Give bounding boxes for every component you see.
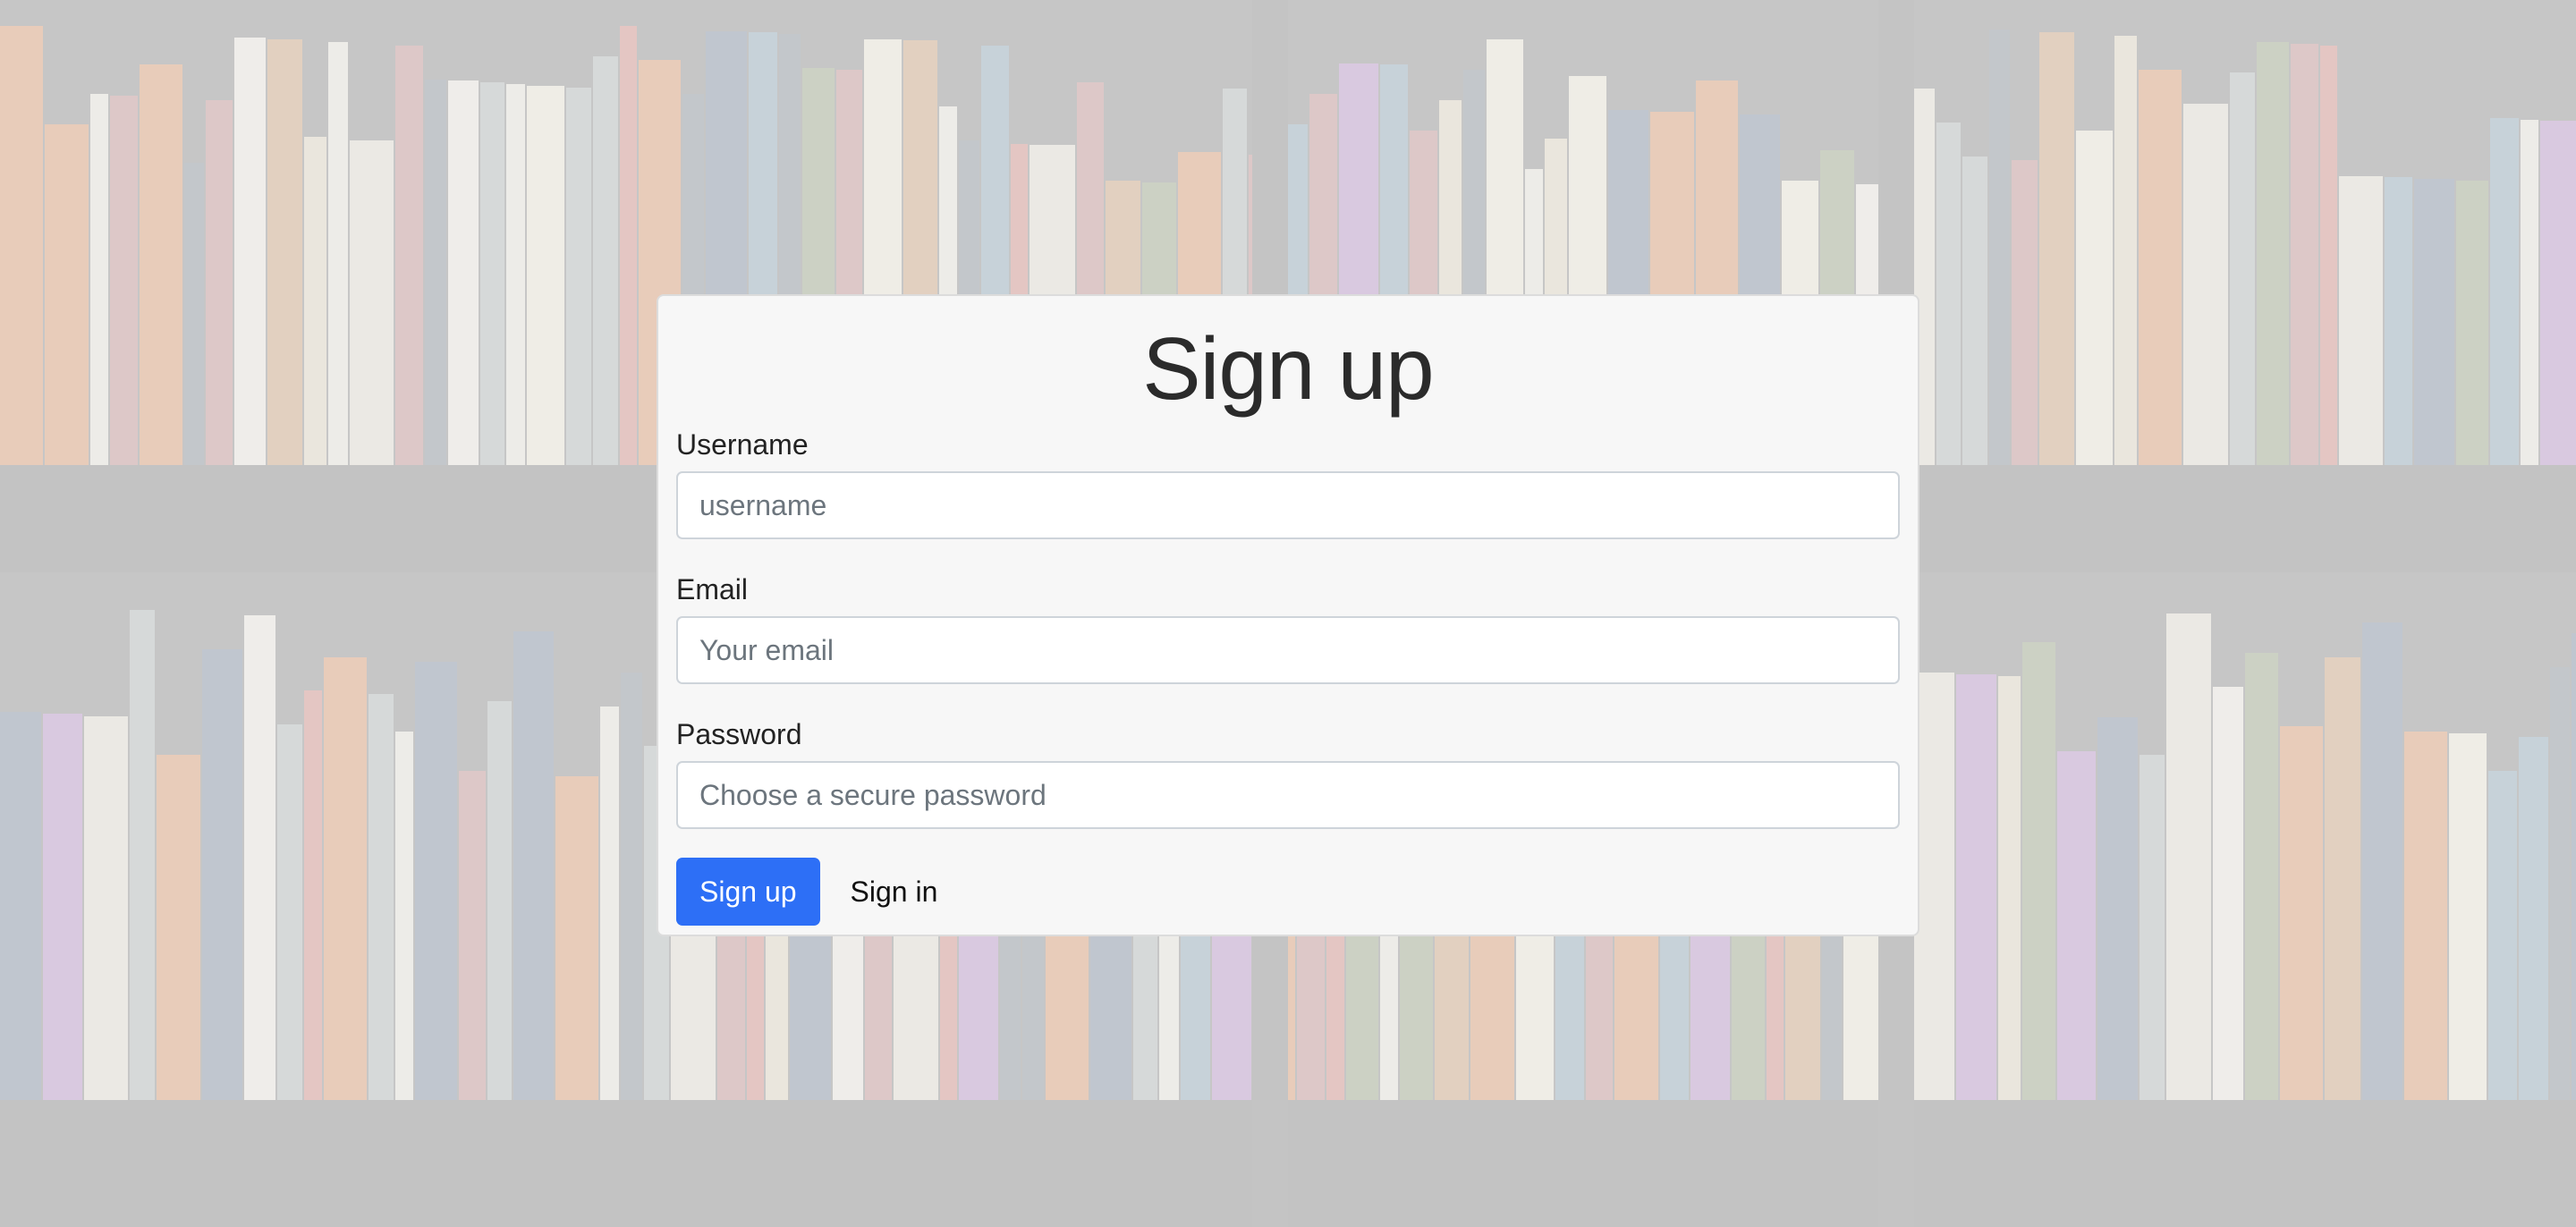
signup-button[interactable]: Sign up [676,858,820,926]
email-group: Email [676,571,1900,684]
username-input[interactable] [676,471,1900,539]
username-group: Username [676,427,1900,539]
password-label: Password [676,718,802,750]
page-title: Sign up [1142,319,1434,418]
form-actions: Sign up Sign in [676,858,1900,926]
email-label: Email [676,573,749,605]
password-group: Password [676,716,1900,829]
signup-form: Username Email Password Sign up Sign in [676,427,1900,926]
username-label: Username [676,428,809,461]
signin-link[interactable]: Sign in [851,876,938,909]
signup-card: Sign up Username Email Password Sign up … [657,294,1919,936]
email-input[interactable] [676,616,1900,684]
password-input[interactable] [676,761,1900,829]
